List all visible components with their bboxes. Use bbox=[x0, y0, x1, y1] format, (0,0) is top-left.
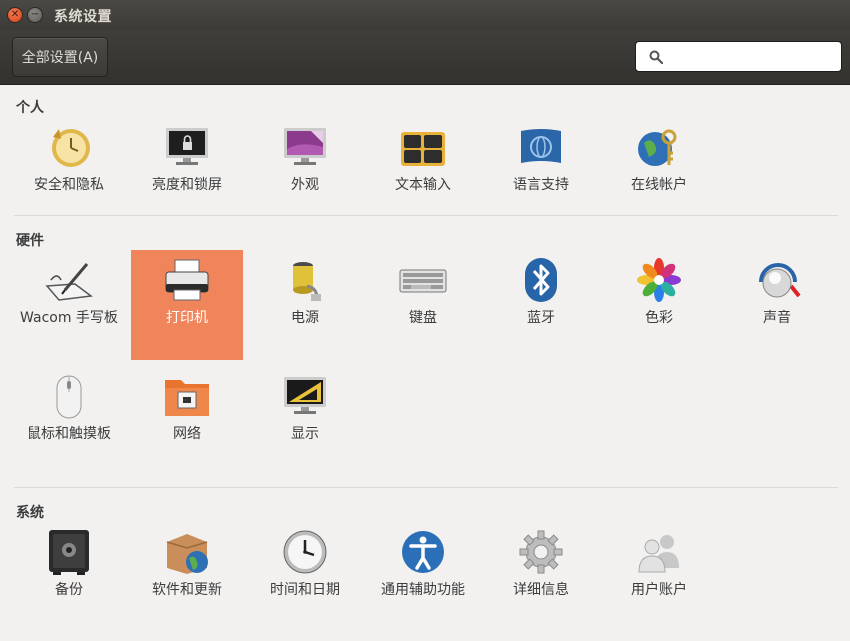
item-keyboard[interactable]: 键盘 bbox=[367, 253, 479, 329]
item-label: 蓝牙 bbox=[527, 310, 555, 326]
item-label: 亮度和锁屏 bbox=[152, 177, 222, 193]
item-backups[interactable]: 备份 bbox=[13, 525, 125, 601]
item-printers[interactable]: 打印机 bbox=[131, 250, 243, 360]
printer-icon bbox=[165, 259, 209, 301]
item-universal-access[interactable]: 通用辅助功能 bbox=[367, 525, 479, 601]
minimize-icon: − bbox=[30, 9, 40, 20]
item-label: 安全和隐私 bbox=[34, 177, 104, 193]
section-title-system: 系统 bbox=[16, 505, 44, 521]
accessibility-icon bbox=[402, 531, 444, 573]
keyboard-input-icon bbox=[401, 132, 445, 166]
appearance-monitor-icon bbox=[284, 128, 326, 165]
close-icon: ✕ bbox=[10, 9, 20, 20]
users-icon bbox=[638, 535, 679, 573]
language-flag-icon bbox=[521, 129, 561, 163]
item-sound[interactable]: 声音 bbox=[721, 253, 833, 329]
backup-clock-icon bbox=[52, 129, 90, 167]
item-label: 语言支持 bbox=[513, 177, 569, 193]
minimize-window-button[interactable]: − bbox=[27, 7, 43, 23]
section-divider bbox=[14, 487, 838, 488]
item-brightness-lock[interactable]: 亮度和锁屏 bbox=[131, 120, 243, 196]
search-input[interactable] bbox=[672, 46, 832, 68]
item-label: 详细信息 bbox=[513, 582, 569, 598]
gear-icon bbox=[519, 530, 563, 574]
item-label: 备份 bbox=[55, 582, 83, 598]
item-label: 在线帐户 bbox=[631, 177, 687, 193]
item-text-entry[interactable]: 文本输入 bbox=[367, 120, 479, 196]
online-accounts-icon bbox=[638, 129, 677, 166]
display-monitor-icon bbox=[284, 377, 326, 414]
battery-power-icon bbox=[293, 262, 321, 301]
section-divider bbox=[14, 215, 838, 216]
item-label: 网络 bbox=[173, 426, 201, 442]
item-language-support[interactable]: 语言支持 bbox=[485, 120, 597, 196]
item-online-accounts[interactable]: 在线帐户 bbox=[603, 120, 715, 196]
wacom-tablet-icon bbox=[45, 263, 93, 301]
section-title-hardware: 硬件 bbox=[16, 233, 44, 249]
item-label: 鼠标和触摸板 bbox=[27, 426, 111, 442]
item-label: 声音 bbox=[763, 310, 791, 326]
search-icon bbox=[649, 50, 663, 64]
item-label: Wacom 手写板 bbox=[20, 310, 118, 326]
item-network[interactable]: 网络 bbox=[131, 369, 243, 445]
item-appearance[interactable]: 外观 bbox=[249, 120, 361, 196]
item-security-privacy[interactable]: 安全和隐私 bbox=[13, 120, 125, 196]
search-box[interactable] bbox=[635, 41, 842, 72]
item-details[interactable]: 详细信息 bbox=[485, 525, 597, 601]
clock-icon bbox=[283, 530, 327, 574]
software-box-icon bbox=[166, 534, 208, 574]
color-flower-icon bbox=[637, 258, 681, 302]
sound-knob-icon bbox=[759, 263, 801, 298]
item-label: 用户账户 bbox=[631, 582, 687, 598]
item-label: 时间和日期 bbox=[270, 582, 340, 598]
section-title-personal: 个人 bbox=[16, 100, 44, 116]
keyboard-icon bbox=[399, 269, 447, 293]
mouse-icon bbox=[56, 375, 82, 419]
item-mouse-touchpad[interactable]: 鼠标和触摸板 bbox=[13, 369, 125, 445]
system-settings-window: ✕ − 系统设置 全部设置(A) 个人 安全和隐私 亮度和锁屏 外观 文本输入 … bbox=[0, 0, 850, 641]
item-bluetooth[interactable]: 蓝牙 bbox=[485, 253, 597, 329]
item-power[interactable]: 电源 bbox=[249, 253, 361, 329]
item-label: 软件和更新 bbox=[152, 582, 222, 598]
all-settings-button[interactable]: 全部设置(A) bbox=[12, 37, 108, 77]
item-displays[interactable]: 显示 bbox=[249, 369, 361, 445]
item-label: 通用辅助功能 bbox=[381, 582, 465, 598]
item-user-accounts[interactable]: 用户账户 bbox=[603, 525, 715, 601]
item-wacom-tablet[interactable]: Wacom 手写板 bbox=[13, 253, 125, 329]
bluetooth-icon bbox=[525, 258, 557, 302]
item-label: 文本输入 bbox=[395, 177, 451, 193]
network-folder-icon bbox=[165, 380, 209, 416]
item-label: 键盘 bbox=[409, 310, 437, 326]
safe-backup-icon bbox=[49, 530, 89, 575]
item-label: 显示 bbox=[291, 426, 319, 442]
item-label: 外观 bbox=[291, 177, 319, 193]
window-title: 系统设置 bbox=[54, 9, 112, 25]
close-window-button[interactable]: ✕ bbox=[7, 7, 23, 23]
item-time-date[interactable]: 时间和日期 bbox=[249, 525, 361, 601]
lock-monitor-icon bbox=[166, 128, 208, 165]
item-color[interactable]: 色彩 bbox=[603, 253, 715, 329]
item-software-updates[interactable]: 软件和更新 bbox=[131, 525, 243, 601]
item-label: 电源 bbox=[291, 310, 319, 326]
item-label: 色彩 bbox=[645, 310, 673, 326]
toolbar: 全部设置(A) bbox=[0, 30, 850, 85]
item-label: 打印机 bbox=[166, 310, 208, 326]
titlebar: ✕ − 系统设置 bbox=[0, 0, 850, 30]
